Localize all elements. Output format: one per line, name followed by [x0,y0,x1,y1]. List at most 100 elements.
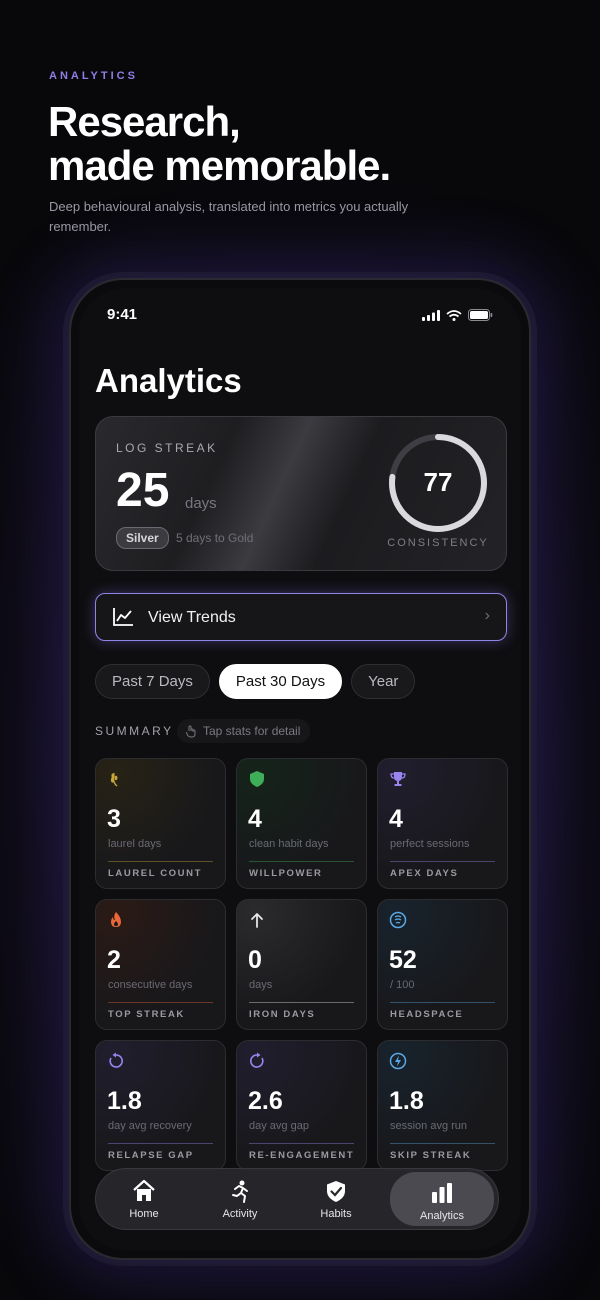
view-trends-label: View Trends [148,609,236,626]
tab-label: Habits [320,1207,352,1220]
stat-tile-headspace[interactable]: 52 / 100 HEADSPACE [377,899,508,1030]
bolt-icon [389,1052,407,1070]
arrow-up-icon [251,913,263,928]
stat-divider [249,1143,354,1144]
stat-divider [249,1002,354,1003]
status-time: 9:41 [107,306,138,323]
stat-tile-iron-days[interactable]: 0 days IRON DAYS [236,899,367,1030]
eyebrow: ANALYTICS [49,70,138,82]
tab-label: Home [129,1207,159,1220]
stat-tile-skip-streak[interactable]: 1.8 session avg run SKIP STREAK [377,1040,508,1171]
stat-description: laurel days [108,838,162,850]
stat-name: LAUREL COUNT [108,868,202,879]
tab-home[interactable]: Home [96,1179,192,1220]
undo-icon [109,1052,123,1068]
tier-badge: Silver [116,527,169,549]
stat-value: 2.6 [248,1087,283,1115]
tab-label: Analytics [419,1210,465,1222]
trophy-icon [390,772,406,786]
stat-name: RELAPSE GAP [108,1150,194,1161]
tier-progress-note: 5 days to Gold [176,531,254,545]
stat-name: HEADSPACE [390,1009,464,1020]
stat-name: IRON DAYS [249,1009,316,1020]
period-past-30-days[interactable]: Past 30 Days [218,664,343,699]
summary-grid: 3 laurel days LAUREL COUNT 4 clean habit… [95,758,509,1171]
stat-tile-apex-days[interactable]: 4 perfect sessions APEX DAYS [377,758,508,889]
stat-divider [390,1143,495,1144]
stat-value: 1.8 [107,1087,142,1115]
stat-name: SKIP STREAK [390,1150,472,1161]
streak-unit: days [185,495,217,512]
flame-icon [111,912,121,927]
stat-divider [108,1143,213,1144]
stat-divider [108,1002,213,1003]
hero-headline: Research, made memorable. [48,98,391,189]
tab-analytics[interactable]: Analytics [390,1172,494,1226]
stat-description: day avg recovery [108,1120,192,1132]
stat-divider [108,861,213,862]
stat-value: 4 [389,805,403,833]
summary-hint-text: Tap stats for detail [203,724,301,738]
tab-bar: Home Activity Habits Analytics [95,1168,499,1230]
laurel-icon [110,772,118,787]
stat-tile-laurel-count[interactable]: 3 laurel days LAUREL COUNT [95,758,226,889]
brain-icon [389,911,407,929]
stat-description: consecutive days [108,979,193,991]
shield-check-icon [327,1180,345,1202]
period-year[interactable]: Year [351,664,416,699]
shield-icon [250,771,264,787]
period-selector: Past 7 Days Past 30 Days Year [95,664,416,699]
refresh-icon [250,1052,264,1068]
tab-label: Activity [222,1207,258,1220]
stat-divider [249,861,354,862]
stat-tile-willpower[interactable]: 4 clean habit days WILLPOWER [236,758,367,889]
stat-name: TOP STREAK [108,1009,185,1020]
stat-name: WILLPOWER [249,868,323,879]
page-title: Analytics [95,362,242,399]
headline-line-2: made memorable. [48,142,391,189]
stat-name: APEX DAYS [390,868,459,879]
stat-description: day avg gap [249,1120,309,1132]
view-trends-button[interactable]: View Trends › [95,593,507,641]
stat-tile-re-engagement[interactable]: 2.6 day avg gap RE-ENGAGEMENT [236,1040,367,1171]
home-icon [133,1179,155,1201]
stat-description: perfect sessions [390,838,470,850]
tab-habits[interactable]: Habits [288,1179,384,1220]
chevron-right-icon: › [484,607,490,624]
stat-description: / 100 [390,979,415,991]
tap-icon [186,725,196,737]
stat-name: RE-ENGAGEMENT [249,1150,355,1161]
hero-subhead: Deep behavioural analysis, translated in… [49,199,409,234]
phone-screen: 9:41 Analytics LOG STREAK 25 days Silver… [79,288,521,1250]
stat-divider [390,861,495,862]
stat-divider [390,1002,495,1003]
consistency-label: CONSISTENCY [387,537,489,549]
stat-value: 3 [107,805,121,833]
status-icons [422,309,493,321]
stat-value: 0 [248,946,262,974]
summary-hint: Tap stats for detail [177,719,311,743]
trend-chart-icon [113,608,133,626]
stat-description: session avg run [390,1120,468,1132]
wifi-icon [446,309,462,321]
consistency-value: 77 [423,467,453,497]
stat-tile-relapse-gap[interactable]: 1.8 day avg recovery RELAPSE GAP [95,1040,226,1171]
phone-frame: 9:41 Analytics LOG STREAK 25 days Silver… [69,278,531,1260]
bar-chart-icon [432,1183,452,1203]
period-past-7-days[interactable]: Past 7 Days [95,664,210,699]
summary-label: SUMMARY [95,724,174,738]
tab-activity[interactable]: Activity [192,1179,288,1220]
stat-value: 1.8 [389,1087,424,1115]
running-icon [232,1180,248,1203]
stat-tile-top-streak[interactable]: 2 consecutive days TOP STREAK [95,899,226,1030]
stat-description: clean habit days [249,838,329,850]
headline-line-1: Research, [48,98,241,145]
stat-value: 4 [248,805,262,833]
streak-value: 25 [116,464,170,517]
battery-icon [468,309,493,321]
status-bar: 9:41 [79,306,521,328]
signal-icon [422,309,440,321]
stat-description: days [249,979,273,991]
log-streak-card[interactable]: LOG STREAK 25 days Silver 5 days to Gold… [95,416,507,571]
stat-value: 2 [107,946,121,974]
